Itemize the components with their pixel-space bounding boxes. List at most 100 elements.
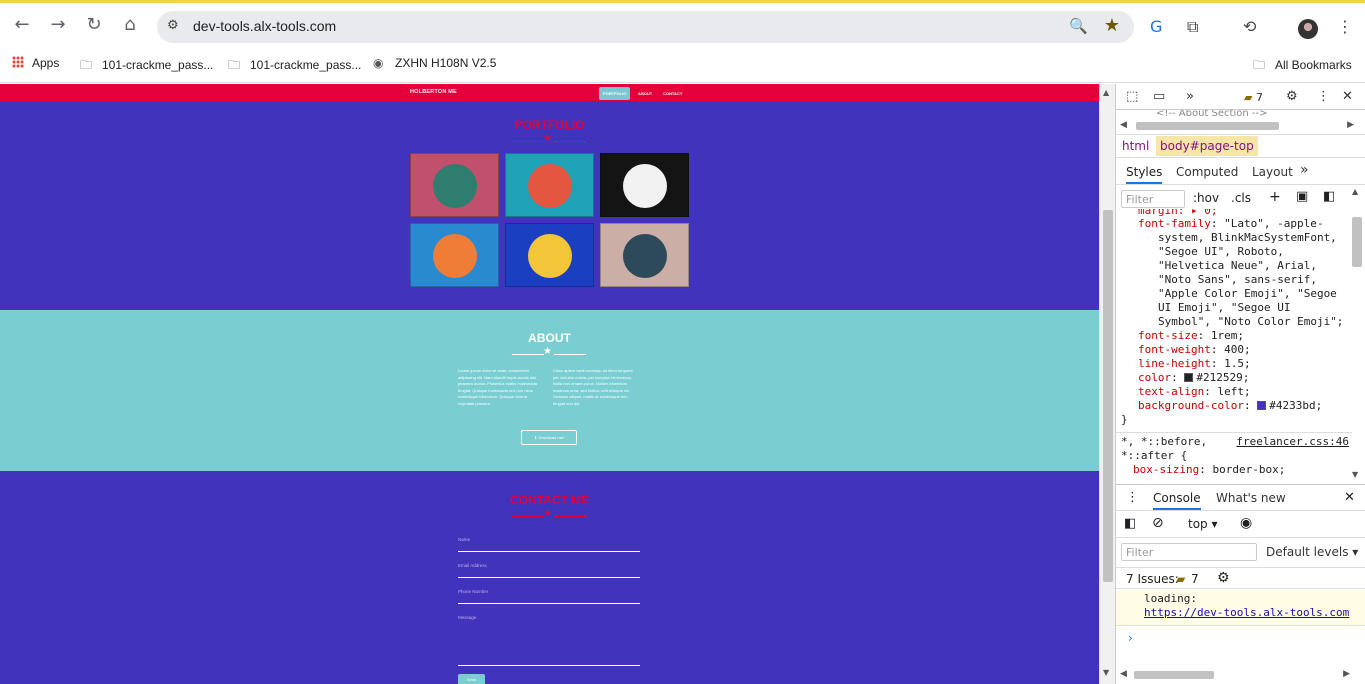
log-url-link[interactable]: https://dev-tools.alx-tools.com	[1144, 606, 1365, 620]
css-partial-line: margin: ▸ 0;	[1138, 209, 1218, 217]
console-prompt-icon[interactable]: ›	[1128, 631, 1133, 645]
more-panels-icon[interactable]: »	[1186, 89, 1194, 104]
message-field[interactable]: Message	[458, 615, 640, 666]
page-scroll-thumb[interactable]	[1103, 210, 1113, 582]
name-field[interactable]: Name	[458, 537, 640, 552]
console-toolbar: ◧ ⊘ top ▾ ◉	[1116, 512, 1365, 538]
portfolio-item-cake[interactable]	[505, 153, 594, 217]
cake-icon	[528, 164, 572, 208]
styles-scrollbar[interactable]: ▲ ▼	[1350, 187, 1364, 479]
clear-console-icon[interactable]: ⊘	[1152, 515, 1164, 531]
new-rule-icon[interactable]: +	[1269, 189, 1281, 205]
site-brand[interactable]: HOLBERTON ME	[410, 89, 457, 95]
star-icon: ★	[543, 133, 552, 144]
nav-portfolio[interactable]: PORTFOLIO	[599, 87, 631, 100]
tab-whats-new[interactable]: What's new	[1216, 491, 1286, 505]
more-tabs-icon[interactable]: »	[1300, 162, 1309, 178]
console-hscroll[interactable]: ◀ ▶	[1120, 669, 1350, 681]
sidebar-toggle-icon[interactable]: ◧	[1323, 189, 1335, 204]
page-viewport: HOLBERTON ME PORTFOLIO ABOUT CONTACT POR…	[0, 84, 1099, 684]
console-drawer: ⋮ Console What's new ✕ ◧ ⊘ top ▾ ◉ Filte…	[1116, 484, 1365, 684]
issues-count: 7	[1191, 572, 1199, 586]
phone-field[interactable]: Phone Number	[458, 589, 640, 604]
paint-icon[interactable]: ▣	[1296, 189, 1308, 204]
portfolio-item-circus[interactable]	[600, 153, 689, 217]
console-settings-icon[interactable]: ⚙	[1217, 570, 1230, 586]
menu-icon[interactable]: ⋮	[1337, 17, 1353, 36]
css-close-brace: }	[1121, 413, 1128, 426]
address-bar[interactable]: ⚙ dev-tools.alx-tools.com 🔍 ★	[157, 11, 1134, 43]
tab-layout[interactable]: Layout	[1252, 165, 1293, 179]
bookmark-star-icon[interactable]: ★	[1104, 15, 1120, 36]
sidebar-icon[interactable]: ◧	[1124, 516, 1136, 531]
portfolio-title: PORTFOLIO	[514, 118, 585, 132]
inspect-element-icon[interactable]: ⬚	[1126, 89, 1138, 104]
devtools-menu-icon[interactable]: ⋮	[1317, 89, 1330, 104]
url-text[interactable]: dev-tools.alx-tools.com	[193, 18, 336, 34]
zoom-icon[interactable]: 🔍	[1069, 17, 1088, 35]
cls-toggle[interactable]: .cls	[1231, 191, 1251, 205]
bookmark-folder-2[interactable]: 🗀 101-crackme_pass...	[228, 56, 361, 77]
crumb-body[interactable]: body#page-top	[1156, 136, 1258, 156]
nav-contact[interactable]: CONTACT	[659, 87, 686, 100]
issues-row: 7 Issues: ▰ 7 ⚙	[1116, 567, 1365, 589]
extensions-icon[interactable]: ⧉	[1187, 17, 1198, 37]
bookmark-apps[interactable]: Apps	[12, 56, 59, 70]
context-select[interactable]: top ▾	[1188, 517, 1218, 531]
tab-console[interactable]: Console	[1153, 491, 1201, 510]
folder-icon: 🗀	[80, 58, 93, 72]
home-icon[interactable]: ⌂	[118, 13, 142, 37]
dom-hscroll[interactable]: ◀ ▶	[1120, 120, 1354, 132]
eye-icon[interactable]: ◉	[1240, 515, 1252, 531]
nav-about[interactable]: ABOUT	[634, 87, 656, 100]
star-icon: ★	[543, 346, 552, 357]
drawer-menu-icon[interactable]: ⋮	[1126, 490, 1139, 505]
forward-icon[interactable]: →	[46, 13, 70, 37]
issues-badge[interactable]: ▰ 7	[1244, 91, 1263, 104]
css-declaration: background-color: #4233bd;	[1138, 399, 1323, 412]
tab-computed[interactable]: Computed	[1176, 165, 1238, 179]
issues-label[interactable]: 7 Issues:	[1126, 572, 1179, 586]
settings-gear-icon[interactable]: ⚙	[1286, 89, 1298, 104]
site-info-icon[interactable]: ⚙	[167, 18, 185, 36]
folder-icon: 🗀	[228, 58, 241, 72]
email-field[interactable]: Email Address	[458, 563, 640, 578]
page-scrollbar[interactable]: ▲ ▼	[1099, 84, 1115, 684]
bookmarks-bar: Apps 🗀 101-crackme_pass... 🗀 101-crackme_p…	[0, 47, 1365, 83]
hov-toggle[interactable]: :hov	[1193, 191, 1219, 205]
crumb-html[interactable]: html	[1122, 139, 1149, 153]
css-declaration: UI Emoji", "Segoe UI	[1158, 301, 1291, 314]
devtools-toolbar: ⬚ ▭ » ▰ 7 ⚙ ⋮ ✕	[1116, 84, 1365, 110]
download-button[interactable]: ⬇ Download me!	[521, 430, 577, 445]
portfolio-item-submarine[interactable]	[600, 223, 689, 287]
portfolio-item-safe[interactable]	[505, 223, 594, 287]
bookmark-folder-1[interactable]: 🗀 101-crackme_pass...	[80, 56, 213, 77]
about-text-left: Lorem ipsum dolor sit amet, consectetur …	[458, 368, 537, 406]
reload-icon[interactable]: ↻	[82, 13, 106, 37]
portfolio-item-cabin[interactable]	[410, 153, 499, 217]
log-levels-select[interactable]: Default levels ▾	[1266, 545, 1358, 559]
portfolio-divider: ★	[509, 133, 589, 145]
close-devtools-icon[interactable]: ✕	[1342, 89, 1353, 104]
console-filter-input[interactable]: Filter	[1121, 543, 1257, 561]
folder-icon: 🗀	[1253, 58, 1266, 72]
back-icon[interactable]: ←	[10, 13, 34, 37]
contact-section: CONTACT ME ★ Name Email Address Phone Nu…	[0, 471, 1099, 684]
portfolio-item-game[interactable]	[410, 223, 499, 287]
all-bookmarks[interactable]: 🗀 All Bookmarks	[1253, 56, 1352, 77]
stylesheet-link[interactable]: freelancer.css:46	[1236, 435, 1349, 449]
color-swatch[interactable]	[1184, 373, 1194, 382]
bookmark-router[interactable]: ◉ ZXHN H108N V2.5	[373, 56, 496, 70]
translate-icon[interactable]: G	[1150, 17, 1162, 36]
styles-filter-input[interactable]: Filter	[1121, 190, 1185, 208]
css-declaration: line-height: 1.5;	[1138, 357, 1251, 370]
profile-avatar[interactable]	[1298, 19, 1318, 39]
tab-styles[interactable]: Styles	[1126, 165, 1163, 184]
contact-title: CONTACT ME	[509, 493, 590, 507]
close-drawer-icon[interactable]: ✕	[1344, 490, 1355, 505]
history-icon[interactable]: ⟲	[1243, 17, 1256, 36]
send-button[interactable]: Send	[458, 674, 485, 684]
device-toolbar-icon[interactable]: ▭	[1153, 89, 1165, 104]
color-swatch[interactable]	[1257, 401, 1267, 410]
about-title: ABOUT	[528, 331, 571, 345]
